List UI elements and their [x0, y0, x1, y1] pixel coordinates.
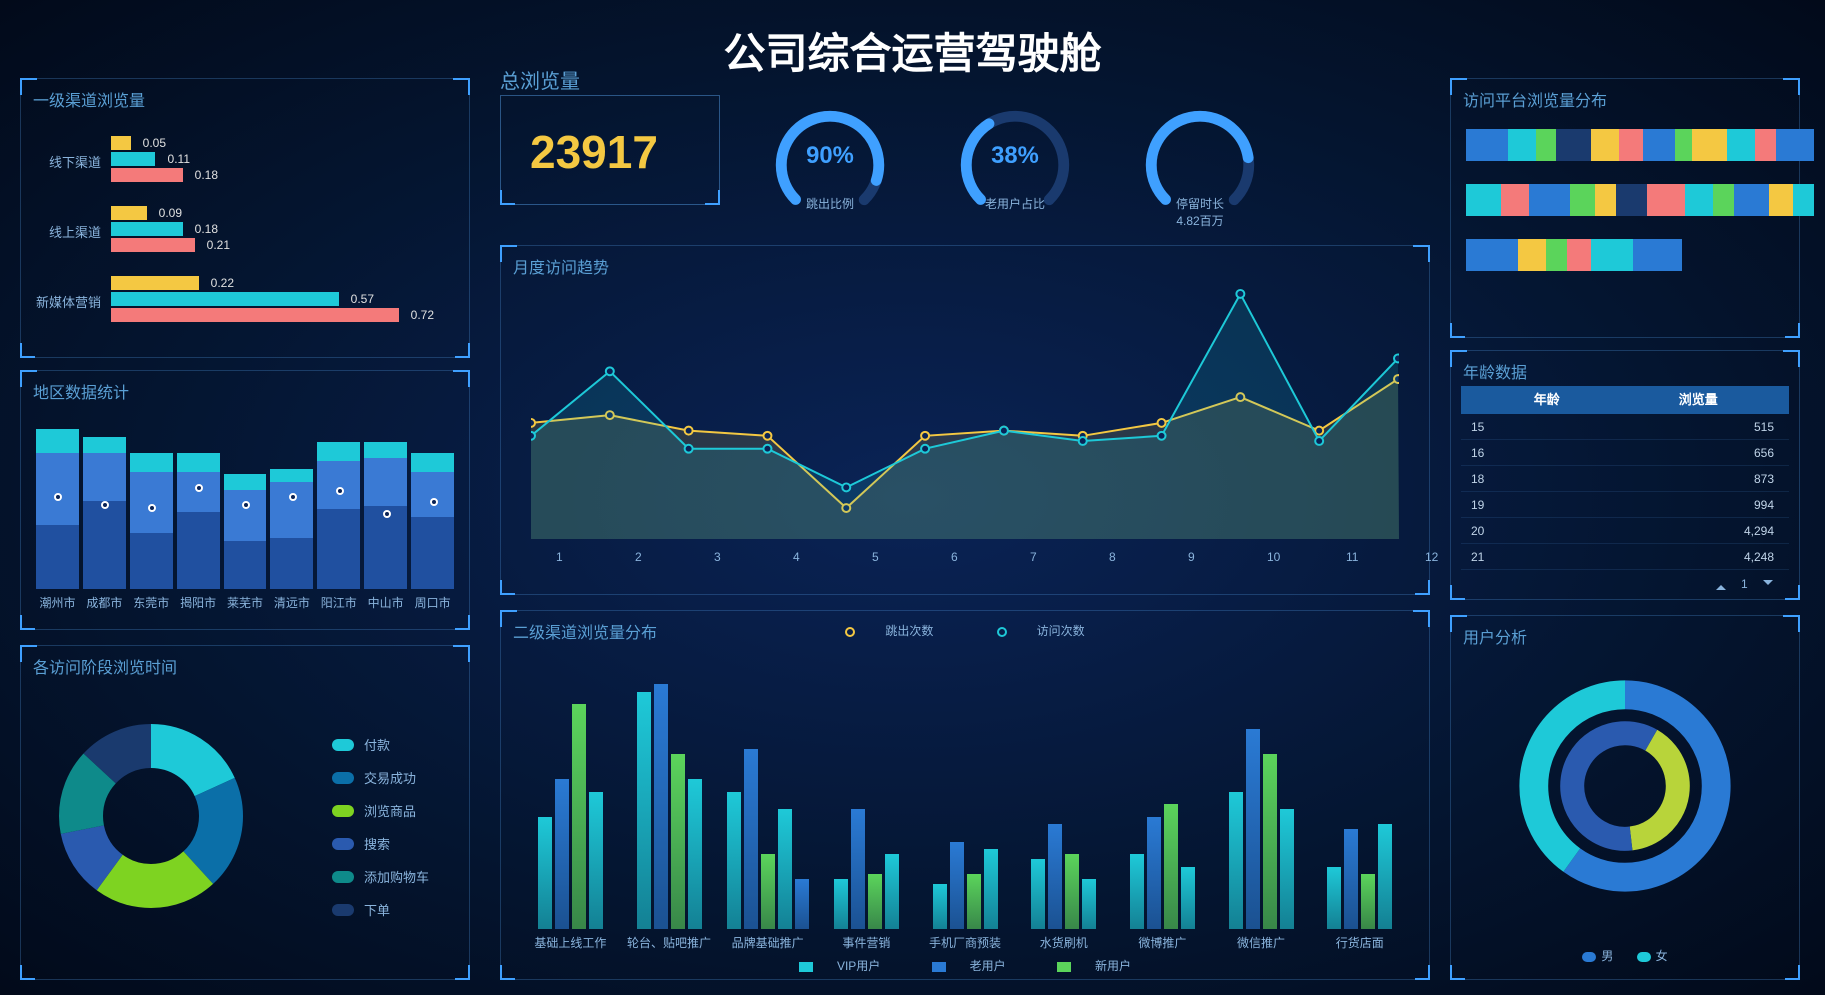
stacked-bar: 莱芜市 — [224, 474, 267, 589]
bar-group: 品牌基础推广 — [718, 749, 817, 929]
panel-title: 年龄数据 — [1463, 359, 1527, 383]
hbar-group: 新媒体营销0.220.570.72 — [111, 274, 399, 324]
bar-group: 微博推广 — [1113, 804, 1212, 929]
panel-title: 二级渠道浏览量分布 — [513, 619, 657, 643]
legend-item: 付款 — [332, 735, 429, 754]
pie-legend: 付款交易成功浏览商品搜索添加购物车下单 — [332, 721, 429, 933]
table-row: 18873 — [1461, 466, 1789, 492]
panel-title: 各访问阶段浏览时间 — [33, 654, 177, 678]
panel-title: 地区数据统计 — [33, 379, 129, 403]
bar-group: 基础上线工作 — [521, 704, 620, 929]
panel-platform-dist: 访问平台浏览量分布 — [1450, 78, 1800, 338]
legend-item: 添加购物车 — [332, 867, 429, 886]
svg-text:90%: 90% — [806, 142, 854, 169]
panel-visit-stage: 各访问阶段浏览时间 付款交易成功浏览商品搜索添加购物车下单 — [20, 645, 470, 980]
page-title: 公司综合运营驾驶舱 — [0, 20, 1825, 81]
bar-group: 水货刷机 — [1014, 824, 1113, 929]
bar-group: 轮台、贴吧推广 — [620, 684, 719, 929]
legend-item: 交易成功 — [332, 768, 429, 787]
bar-group: 微信推广 — [1212, 729, 1311, 929]
stacked-bar: 阳江市 — [317, 442, 360, 589]
page-prev-icon[interactable] — [1716, 580, 1726, 590]
legend-item: 搜索 — [332, 834, 429, 853]
panel-primary-channel: 一级渠道浏览量 线下渠道0.050.110.18 线上渠道0.090.180.21… — [20, 78, 470, 358]
bar-group: 行货店面 — [1310, 824, 1409, 929]
table-pager[interactable]: 1 — [1710, 577, 1779, 591]
legend-item: 下单 — [332, 900, 429, 919]
table-row: 19994 — [1461, 492, 1789, 518]
gauge-1: 38% 老用户占比 — [935, 100, 1095, 212]
panel-title: 访问平台浏览量分布 — [1463, 87, 1607, 111]
table-row: 15515 — [1461, 414, 1789, 440]
legend-item: 浏览商品 — [332, 801, 429, 820]
grouped-legend: VIP用户 老用户 新用户 — [501, 957, 1429, 974]
donut-chart — [51, 716, 251, 916]
stacked-hbar — [1466, 129, 1814, 161]
kpi-label: 总浏览量 — [500, 65, 580, 94]
stacked-bar: 揭阳市 — [177, 453, 220, 589]
stacked-hbar — [1466, 239, 1682, 271]
bar-group: 手机厂商预装 — [916, 842, 1015, 930]
stacked-bar: 成都市 — [83, 437, 126, 589]
nested-donut — [1505, 666, 1745, 906]
kpi-value: 23917 — [530, 125, 658, 179]
trend-chart: 123456789101112 — [531, 281, 1399, 539]
stacked-hbar — [1466, 184, 1814, 216]
page-next-icon[interactable] — [1763, 580, 1773, 590]
panel-title: 用户分析 — [1463, 624, 1527, 648]
page-number: 1 — [1741, 577, 1748, 591]
panel-secondary-channel: 二级渠道浏览量分布 基础上线工作轮台、贴吧推广品牌基础推广事件营销手机厂商预装水… — [500, 610, 1430, 980]
panel-monthly-trend: 月度访问趋势 123456789101112 跳出次数 访问次数 — [500, 245, 1430, 595]
age-table: 年龄浏览量 15515166561887319994204,294214,248 — [1461, 386, 1789, 570]
panel-title: 月度访问趋势 — [513, 254, 609, 278]
hbar-group: 线上渠道0.090.180.21 — [111, 204, 195, 254]
table-row: 214,248 — [1461, 544, 1789, 570]
panel-age-data: 年龄数据 年龄浏览量 15515166561887319994204,29421… — [1450, 350, 1800, 600]
bar-group: 事件营销 — [817, 809, 916, 929]
panel-title: 一级渠道浏览量 — [33, 87, 145, 111]
table-row: 204,294 — [1461, 518, 1789, 544]
table-row: 16656 — [1461, 440, 1789, 466]
panel-region-stats: 地区数据统计 潮州市成都市东莞市揭阳市莱芜市清远市阳江市中山市周口市 — [20, 370, 470, 630]
stacked-bar: 潮州市 — [36, 429, 79, 589]
hbar-group: 线下渠道0.050.110.18 — [111, 134, 183, 184]
stacked-bar: 周口市 — [411, 453, 454, 589]
stacked-bar: 东莞市 — [130, 453, 173, 589]
gauge-0: 90% 跳出比例 — [750, 100, 910, 212]
ring-legend: 男 女 — [1451, 947, 1799, 964]
svg-text:38%: 38% — [991, 142, 1039, 169]
stacked-bar: 清远市 — [270, 469, 313, 589]
panel-user-analysis: 用户分析 男 女 — [1450, 615, 1800, 980]
gauge-2: 停留时长 4.82百万 — [1120, 100, 1280, 229]
